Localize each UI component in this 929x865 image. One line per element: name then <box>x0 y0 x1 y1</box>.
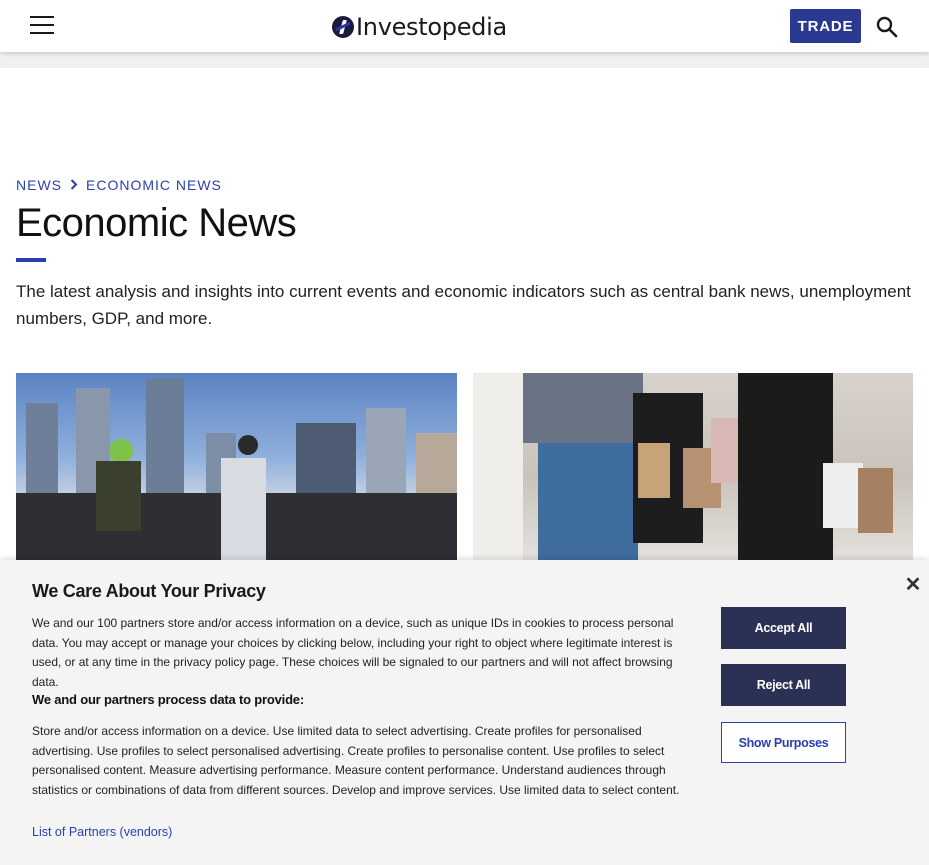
chevron-right-icon <box>70 177 78 193</box>
breadcrumb: NEWS ECONOMIC NEWS <box>16 177 222 193</box>
ad-placeholder-band <box>0 52 929 68</box>
page-intro: The latest analysis and insights into cu… <box>16 282 911 328</box>
consent-title: We Care About Your Privacy <box>32 581 266 601</box>
consent-body-text: We and our 100 partners store and/or acc… <box>32 616 674 689</box>
show-purposes-button[interactable]: Show Purposes <box>721 722 846 763</box>
search-icon[interactable] <box>876 16 898 38</box>
reject-all-button[interactable]: Reject All <box>721 664 846 706</box>
investopedia-logo[interactable]: Investopedia <box>332 12 507 42</box>
consent-purposes-text: Store and/or access information on a dev… <box>32 724 680 797</box>
trade-button[interactable]: TRADE <box>790 9 861 43</box>
logo-text: Investopedia <box>356 13 507 41</box>
breadcrumb-item-news[interactable]: NEWS <box>16 177 62 193</box>
site-header: Investopedia TRADE <box>0 0 929 52</box>
privacy-consent-banner: We Care About Your Privacy ✕ We and our … <box>0 560 929 865</box>
hamburger-menu-icon[interactable] <box>30 16 54 36</box>
title-underline <box>16 258 46 262</box>
breadcrumb-item-economic-news[interactable]: ECONOMIC NEWS <box>86 177 222 193</box>
article-image-shoppers[interactable] <box>473 373 913 561</box>
list-of-partners-link[interactable]: List of Partners (vendors) <box>32 825 172 839</box>
accept-all-button[interactable]: Accept All <box>721 607 846 649</box>
close-icon[interactable]: ✕ <box>903 575 923 595</box>
logo-mark-icon <box>332 16 354 38</box>
consent-subtitle: We and our partners process data to prov… <box>32 692 304 707</box>
page-title: Economic News <box>16 201 297 245</box>
article-image-city-street[interactable] <box>16 373 457 561</box>
